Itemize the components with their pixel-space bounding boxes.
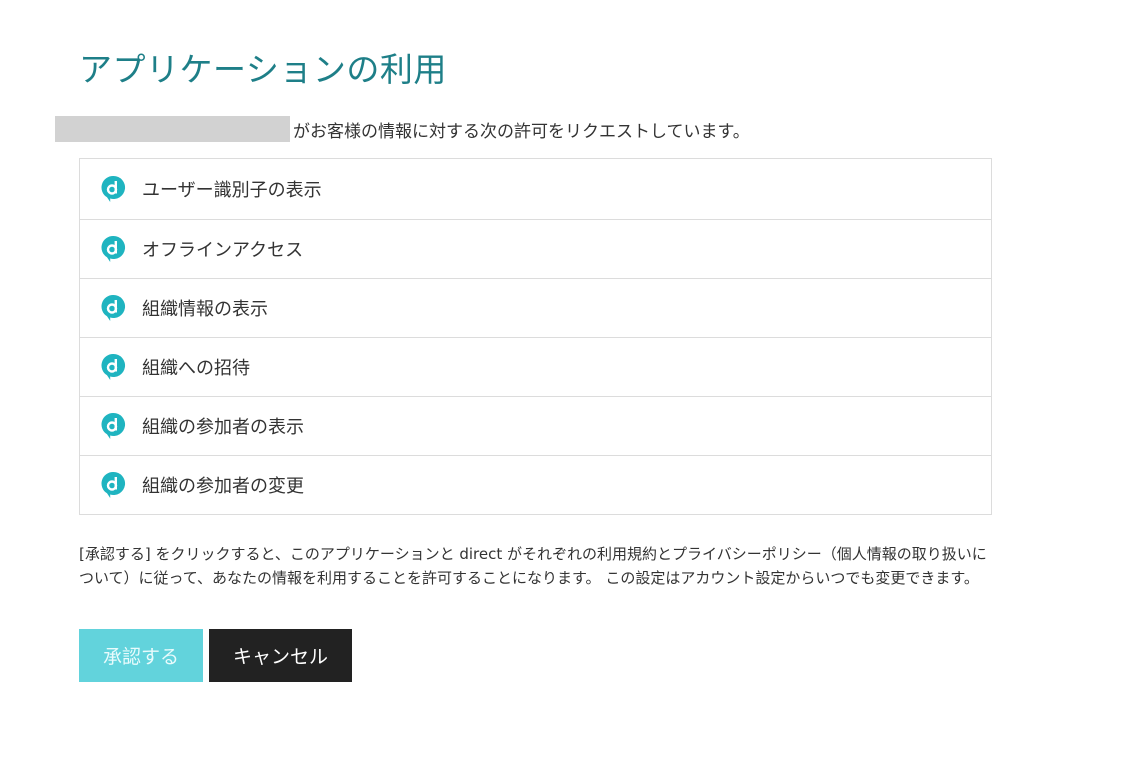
- page-title: アプリケーションの利用: [79, 50, 447, 89]
- permission-item: ユーザー識別子の表示: [80, 159, 991, 219]
- direct-logo-icon: [101, 471, 126, 498]
- permission-label: ユーザー識別子の表示: [142, 180, 322, 201]
- direct-logo-icon: [101, 353, 126, 380]
- permission-item: オフラインアクセス: [80, 219, 991, 278]
- permission-label: 組織への招待: [142, 358, 250, 379]
- permission-label: 組織の参加者の表示: [142, 417, 304, 438]
- direct-logo-icon: [101, 412, 126, 439]
- direct-logo-icon: [101, 235, 126, 262]
- permission-item: 組織の参加者の表示: [80, 396, 991, 455]
- permission-label: オフラインアクセス: [142, 240, 304, 261]
- consent-text: [承認する] をクリックすると、このアプリケーションと direct がそれぞれ…: [79, 545, 987, 587]
- permission-label: 組織の参加者の変更: [142, 476, 304, 497]
- direct-logo-icon: [101, 175, 126, 202]
- permission-request-text: がお客様の情報に対する次の許可をリクエストしています。: [293, 121, 750, 142]
- permission-request-line: がお客様の情報に対する次の許可をリクエストしています。: [55, 116, 750, 142]
- permission-item: 組織への招待: [80, 337, 991, 396]
- permission-list: ユーザー識別子の表示 オフラインアクセス 組織情報の表示 組織への招待 組織の参…: [79, 158, 992, 515]
- permission-label: 組織情報の表示: [142, 299, 268, 320]
- direct-logo-icon: [101, 294, 126, 321]
- cancel-button[interactable]: キャンセル: [209, 629, 352, 682]
- permission-item: 組織の参加者の変更: [80, 455, 991, 514]
- action-buttons: 承認する キャンセル: [79, 629, 352, 682]
- permission-item: 組織情報の表示: [80, 278, 991, 337]
- approve-button[interactable]: 承認する: [79, 629, 203, 682]
- redacted-app-name: [55, 116, 290, 142]
